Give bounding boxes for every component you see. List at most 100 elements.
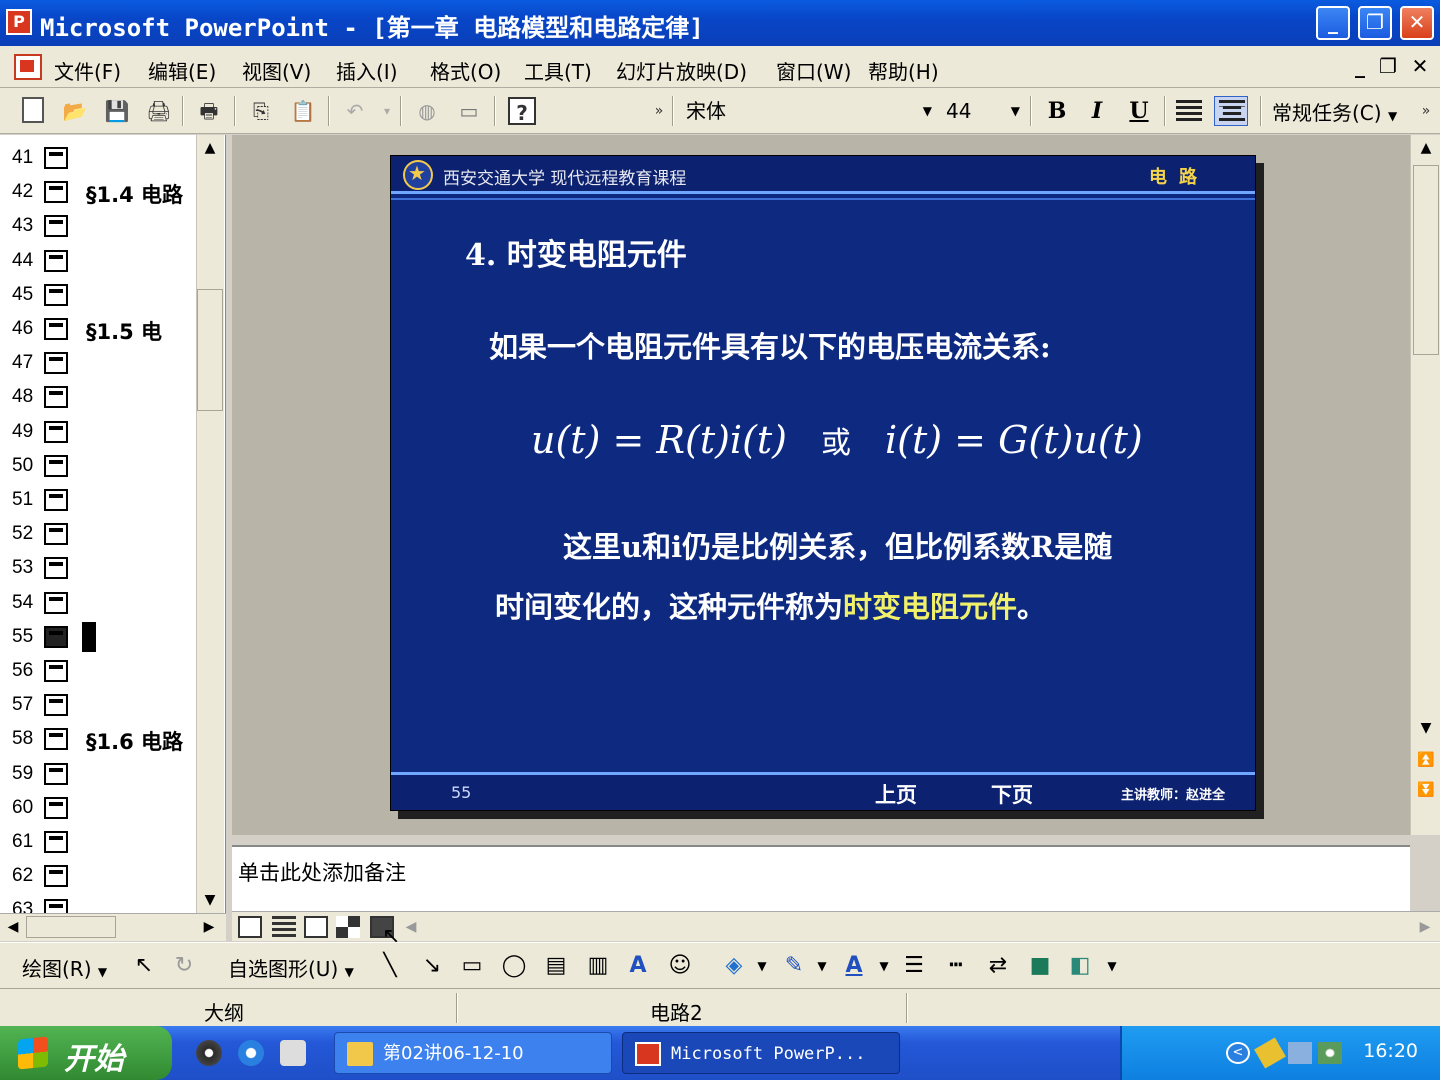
- slide-thumbnail-58[interactable]: 58 §1.6 电路: [0, 722, 196, 756]
- media-player-icon[interactable]: [196, 1040, 222, 1066]
- task-pane-button[interactable]: 常规任务(C) ▼: [1272, 97, 1397, 126]
- menu-slideshow[interactable]: 幻灯片放映(D): [616, 56, 747, 85]
- security-icon[interactable]: [1318, 1042, 1342, 1064]
- previous-slide-icon[interactable]: ⏫: [1413, 747, 1439, 773]
- wordart-icon[interactable]: A: [624, 953, 652, 979]
- prev-page-link[interactable]: 上页: [875, 779, 917, 809]
- slide-thumbnail-50[interactable]: 50: [0, 449, 196, 483]
- arrow-style-icon[interactable]: ⇄: [984, 953, 1012, 979]
- slide-view-icon[interactable]: [304, 916, 328, 938]
- slide-thumbnail-46[interactable]: 46 §1.5 电: [0, 312, 196, 346]
- title-bar[interactable]: P Microsoft PowerPoint - [第一章 电路模型和电路定律]…: [0, 0, 1440, 46]
- menu-help[interactable]: 帮助(H): [868, 56, 939, 85]
- textbox-icon[interactable]: ▤: [542, 953, 570, 979]
- slide-thumbnail-45[interactable]: 45: [0, 278, 196, 312]
- open-icon[interactable]: 📂: [60, 97, 90, 125]
- permission-icon[interactable]: 🖨: [144, 97, 174, 125]
- font-size-combo[interactable]: 44 ▼: [940, 96, 1024, 126]
- slide-canvas[interactable]: 西安交通大学 现代远程教育课程 电路 4. 时变电阻元件 如果一个电阻元件具有以…: [390, 155, 1256, 811]
- tray-expand-icon[interactable]: <: [1226, 1042, 1250, 1064]
- slide-thumbnail-48[interactable]: 48: [0, 380, 196, 414]
- notes-placeholder[interactable]: 单击此处添加备注: [238, 857, 406, 887]
- line-color-icon[interactable]: ✎: [780, 953, 808, 979]
- slide-thumbnail-60[interactable]: 60: [0, 791, 196, 825]
- save-icon[interactable]: 💾: [102, 97, 132, 125]
- select-objects-icon[interactable]: ↖: [130, 953, 158, 979]
- undo-dropdown-icon[interactable]: ▾: [372, 97, 402, 125]
- taskbar-powerpoint-button[interactable]: Microsoft PowerP...: [622, 1032, 900, 1074]
- slide-thumbnail-47[interactable]: 47: [0, 346, 196, 380]
- align-left-icon[interactable]: [1176, 100, 1202, 122]
- notes-pane[interactable]: 单击此处添加备注: [232, 845, 1410, 911]
- scroll-down-icon[interactable]: ▼: [197, 887, 223, 913]
- powerpoint-icon[interactable]: P: [6, 9, 32, 35]
- slide-title[interactable]: 4. 时变电阻元件: [465, 230, 687, 274]
- hscroll-thumb[interactable]: [26, 916, 116, 938]
- line-style-icon[interactable]: ☰: [900, 953, 928, 979]
- chevron-down-icon[interactable]: ▼: [923, 96, 932, 126]
- slide-thumbnail-61[interactable]: 61: [0, 825, 196, 859]
- menu-format[interactable]: 格式(O): [430, 56, 501, 85]
- doc-minimize-icon[interactable]: _: [1346, 54, 1374, 80]
- slide-text-line2[interactable]: 这里u和i仍是比例关系，但比例系数R是随: [563, 524, 1112, 566]
- start-button[interactable]: 开始: [0, 1026, 172, 1080]
- slide-thumbnail-53[interactable]: 53: [0, 551, 196, 585]
- next-page-link[interactable]: 下页: [991, 779, 1033, 809]
- oval-icon[interactable]: ◯: [500, 953, 528, 979]
- slide-thumbnail-52[interactable]: 52: [0, 517, 196, 551]
- outline-view-icon[interactable]: [272, 916, 296, 938]
- menu-view[interactable]: 视图(V): [242, 56, 311, 85]
- fill-color-icon[interactable]: ◈: [720, 953, 748, 979]
- undo-icon[interactable]: ↶: [340, 97, 370, 125]
- internet-explorer-icon[interactable]: [238, 1040, 264, 1066]
- menu-edit[interactable]: 编辑(E): [148, 56, 216, 85]
- chevron-down-icon[interactable]: ▼: [808, 953, 836, 979]
- slide-thumbnail-51[interactable]: 51: [0, 483, 196, 517]
- draw-menu-button[interactable]: 绘图(R) ▼: [22, 953, 107, 982]
- close-button[interactable]: ✕: [1400, 6, 1434, 40]
- slide-thumbnail-62[interactable]: 62: [0, 859, 196, 893]
- slide-thumbnail-42[interactable]: 42 §1.4 电路: [0, 175, 196, 209]
- normal-view-icon[interactable]: [238, 916, 262, 938]
- new-icon[interactable]: [22, 97, 44, 123]
- next-slide-icon[interactable]: ⏬: [1413, 777, 1439, 803]
- scroll-thumb[interactable]: [197, 289, 223, 411]
- slides-pane-hscrollbar[interactable]: ◀ ▶: [0, 913, 226, 941]
- slide-thumbnail-49[interactable]: 49: [0, 415, 196, 449]
- scroll-right-icon[interactable]: ▶: [196, 914, 222, 940]
- chevron-down-icon[interactable]: ▼: [870, 953, 898, 979]
- shadow-icon[interactable]: ■: [1026, 953, 1054, 979]
- main-scroll-thumb[interactable]: [1413, 165, 1439, 355]
- slide-text-line3[interactable]: 时间变化的，这种元件称为时变电阻元件。: [495, 584, 1046, 626]
- chevron-down-icon[interactable]: ▼: [1098, 953, 1126, 979]
- scroll-down-icon[interactable]: ▼: [1413, 715, 1439, 741]
- network-icon[interactable]: [1288, 1042, 1312, 1064]
- scroll-up-icon[interactable]: ▲: [197, 135, 223, 161]
- slide-thumbnail-59[interactable]: 59: [0, 757, 196, 791]
- menu-insert[interactable]: 插入(I): [336, 56, 398, 85]
- toolbar-options-icon[interactable]: »: [1416, 97, 1436, 125]
- minimize-button[interactable]: _: [1316, 6, 1350, 40]
- new-slide-icon[interactable]: ▭: [454, 97, 484, 125]
- scroll-left-icon[interactable]: ◀: [0, 914, 26, 940]
- line-icon[interactable]: ╲: [376, 953, 404, 979]
- tray-pencil-icon[interactable]: [1254, 1037, 1286, 1069]
- clipart-icon[interactable]: ☺: [666, 953, 694, 979]
- slides-pane-scrollbar[interactable]: ▲ ▼: [196, 135, 224, 913]
- doc-close-icon[interactable]: ✕: [1406, 54, 1434, 80]
- autoshapes-button[interactable]: 自选图形(U) ▼: [228, 953, 354, 982]
- slides-pane[interactable]: 41 42 §1.4 电路 43 44 45 46 §1.5 电 47 48 49 50 51 52 53 5…: [0, 135, 226, 922]
- align-center-button[interactable]: [1214, 96, 1248, 126]
- underline-button[interactable]: U: [1122, 96, 1156, 126]
- scroll-right-icon[interactable]: ▶: [1412, 914, 1438, 940]
- copy-icon[interactable]: ⎘: [246, 97, 276, 125]
- paste-icon[interactable]: 📋: [288, 97, 318, 125]
- document-icon[interactable]: [14, 54, 42, 80]
- print-icon[interactable]: 🖶: [194, 97, 224, 125]
- free-rotate-icon[interactable]: ↻: [170, 953, 198, 979]
- toolbar-options-icon[interactable]: »: [644, 97, 674, 125]
- show-desktop-icon[interactable]: [280, 1040, 306, 1066]
- slide-thumbnail-56[interactable]: 56: [0, 654, 196, 688]
- menu-file[interactable]: 文件(F): [54, 56, 121, 85]
- font-color-icon[interactable]: A: [840, 953, 868, 979]
